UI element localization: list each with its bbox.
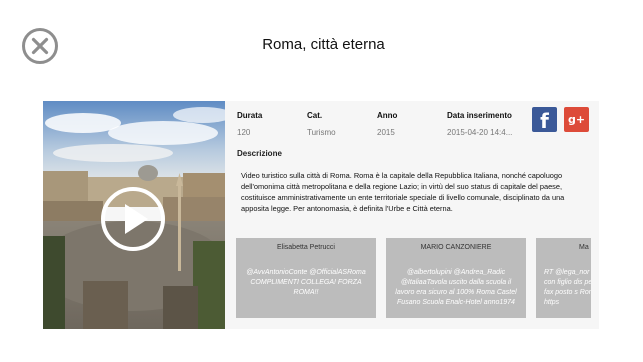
meta-value: 120 [237,128,251,137]
comment-card[interactable]: Elisabetta Petrucci @AvvAntonioConte @Of… [236,238,376,318]
comment-text: @albertolupini @Andrea_Radic @ItaliaaTav… [395,269,517,306]
comment-author: MARIO CANZONIERE [420,244,492,251]
meta-value: Turismo [307,128,336,137]
meta-category: Cat. Turismo [307,111,336,137]
meta-date-inserted: Data inserimento 2015-04-20 14:4... [447,111,512,137]
meta-label: Data inserimento [447,111,512,120]
comments-carousel[interactable]: Elisabetta Petrucci @AvvAntonioConte @Of… [236,238,591,320]
googleplus-share-button[interactable]: g+ [564,107,589,132]
meta-duration: Durata 120 [237,111,262,137]
google-plus-icon: g+ [567,113,586,126]
meta-label: Durata [237,111,263,120]
play-button[interactable] [101,187,165,251]
facebook-share-button[interactable]: f [532,107,557,133]
comment-author: Elisabetta Petrucci [277,244,335,251]
page-title: Roma, città eterna [262,36,385,53]
video-thumbnail[interactable] [43,101,225,329]
meta-value: 2015 [377,128,395,137]
comment-author: Ma [579,244,589,251]
meta-year: Anno 2015 [377,111,397,137]
meta-value: 2015-04-20 14:4... [447,128,513,137]
facebook-icon: f [540,109,549,133]
description-label: Descrizione [237,149,282,158]
play-icon [125,204,148,234]
comment-card[interactable]: MARIO CANZONIERE @albertolupini @Andrea_… [386,238,526,318]
description-text: Video turistico sulla città di Roma. Rom… [241,171,565,213]
comment-card[interactable]: Ma RT @lega_nor con figlio dis per fax p… [536,238,591,318]
meta-label: Cat. [307,111,323,120]
comment-text: RT @lega_nor con figlio dis per fax post… [544,269,591,306]
meta-label: Anno [377,111,398,120]
comment-text: @AvvAntonioConte @OfficialASRoma COMPLIM… [246,269,366,296]
